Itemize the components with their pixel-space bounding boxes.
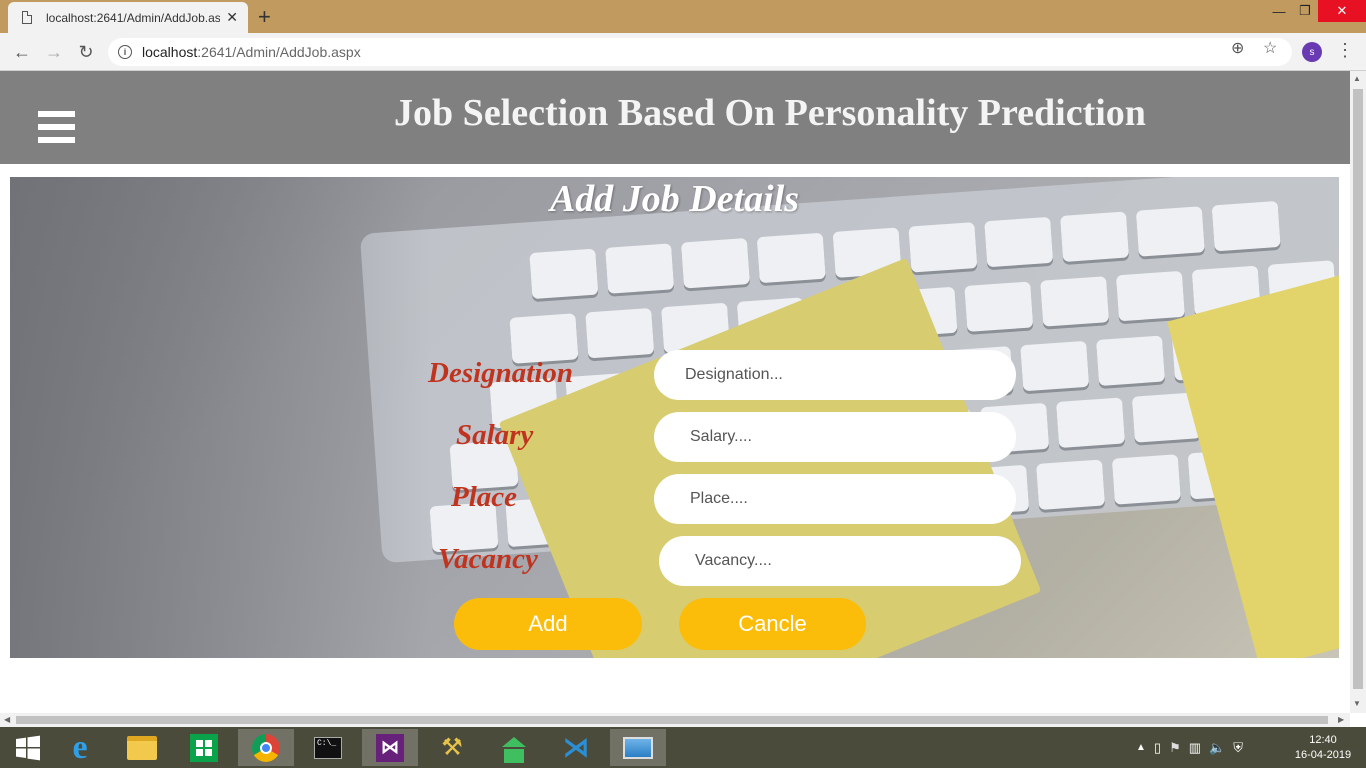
- tray-expand-icon[interactable]: ▲: [1136, 742, 1146, 753]
- file-explorer-icon[interactable]: [114, 729, 170, 766]
- place-input[interactable]: [654, 474, 1016, 524]
- clock-date: 16-04-2019: [1294, 749, 1352, 761]
- flag-icon[interactable]: ⚑: [1169, 740, 1181, 756]
- designation-label: Designation: [428, 357, 574, 389]
- page-viewport: Job Selection Based On Personality Predi…: [0, 71, 1350, 713]
- forward-arrow-icon[interactable]: →: [42, 40, 66, 64]
- volume-icon[interactable]: 🔈: [1209, 740, 1225, 756]
- add-button[interactable]: Add: [454, 598, 642, 650]
- cancel-button[interactable]: Cancle: [679, 598, 866, 650]
- page-icon: [22, 11, 32, 24]
- site-header: Job Selection Based On Personality Predi…: [0, 71, 1350, 164]
- reload-icon[interactable]: ↻: [74, 40, 98, 64]
- system-tray: ▲ ▯ ⚑ ▥ 🔈 ⛨: [1136, 727, 1243, 768]
- profile-avatar[interactable]: s: [1302, 42, 1322, 62]
- url-host: localhost: [142, 44, 198, 60]
- scroll-left-icon[interactable]: ◀: [4, 715, 10, 724]
- place-label: Place: [451, 481, 518, 513]
- scroll-down-icon[interactable]: ▼: [1353, 699, 1361, 708]
- hamburger-menu-icon[interactable]: [38, 111, 75, 144]
- zoom-icon[interactable]: ⊕: [1231, 38, 1244, 58]
- site-info-icon[interactable]: i: [118, 45, 132, 59]
- salary-input[interactable]: [654, 412, 1016, 462]
- scrollbar-thumb[interactable]: [16, 716, 1328, 724]
- vacancy-label: Vacancy: [438, 543, 538, 575]
- taskbar-clock[interactable]: 12:40 16-04-2019: [1290, 733, 1356, 763]
- site-title: Job Selection Based On Personality Predi…: [394, 92, 1146, 134]
- form-title: Add Job Details: [549, 178, 800, 220]
- house-app-icon[interactable]: [486, 729, 542, 766]
- tools-icon[interactable]: ⚒: [424, 729, 480, 766]
- bookmark-star-icon[interactable]: ☆: [1263, 38, 1277, 58]
- tab-close-icon[interactable]: ✕: [226, 9, 238, 26]
- designation-input[interactable]: [654, 350, 1016, 400]
- browser-menu-icon[interactable]: ⋮: [1336, 40, 1354, 61]
- minimize-button[interactable]: —: [1266, 0, 1292, 22]
- vscode-icon[interactable]: ⋊: [548, 729, 604, 766]
- url-path: :2641/Admin/AddJob.aspx: [197, 44, 361, 60]
- form-background: Add Job Details Designation Salary Place…: [10, 177, 1339, 658]
- back-arrow-icon[interactable]: ←: [10, 40, 34, 64]
- store-icon[interactable]: [176, 729, 232, 766]
- salary-label: Salary: [456, 419, 534, 451]
- vertical-scrollbar[interactable]: ▲ ▼: [1350, 71, 1366, 713]
- start-icon[interactable]: [0, 729, 56, 766]
- visual-studio-icon[interactable]: ⋈: [362, 729, 418, 766]
- command-prompt-icon[interactable]: C:\_: [300, 729, 356, 766]
- vacancy-input[interactable]: [659, 536, 1021, 586]
- internet-explorer-icon[interactable]: e: [52, 729, 108, 766]
- scrollbar-thumb[interactable]: [1353, 89, 1363, 689]
- chrome-icon[interactable]: [238, 729, 294, 766]
- scroll-right-icon[interactable]: ▶: [1338, 715, 1344, 724]
- scroll-up-icon[interactable]: ▲: [1353, 74, 1361, 83]
- browser-titlebar: localhost:2641/Admin/AddJob.as ✕ + — ❐ ✕: [0, 0, 1366, 33]
- tab-title: localhost:2641/Admin/AddJob.as: [46, 10, 221, 25]
- close-window-button[interactable]: ✕: [1318, 0, 1366, 22]
- power-icon[interactable]: ▯: [1154, 740, 1161, 756]
- browser-tab[interactable]: localhost:2641/Admin/AddJob.as ✕: [8, 2, 248, 33]
- browser-toolbar: ← → ↻ i localhost:2641/Admin/AddJob.aspx…: [0, 33, 1366, 71]
- taskbar: e C:\_ ⋈ ⚒ ⋊ ▲ ▯ ⚑ ▥ 🔈 ⛨ 12:40 16-04-201…: [0, 727, 1366, 768]
- address-bar[interactable]: i localhost:2641/Admin/AddJob.aspx: [108, 38, 1292, 66]
- network-icon[interactable]: ▥: [1189, 740, 1201, 756]
- photos-icon[interactable]: [610, 729, 666, 766]
- new-tab-button[interactable]: +: [258, 4, 271, 30]
- shield-icon[interactable]: ⛨: [1233, 740, 1243, 756]
- maximize-button[interactable]: ❐: [1292, 0, 1318, 22]
- horizontal-scrollbar[interactable]: ◀ ▶: [0, 713, 1350, 727]
- clock-time: 12:40: [1309, 734, 1337, 746]
